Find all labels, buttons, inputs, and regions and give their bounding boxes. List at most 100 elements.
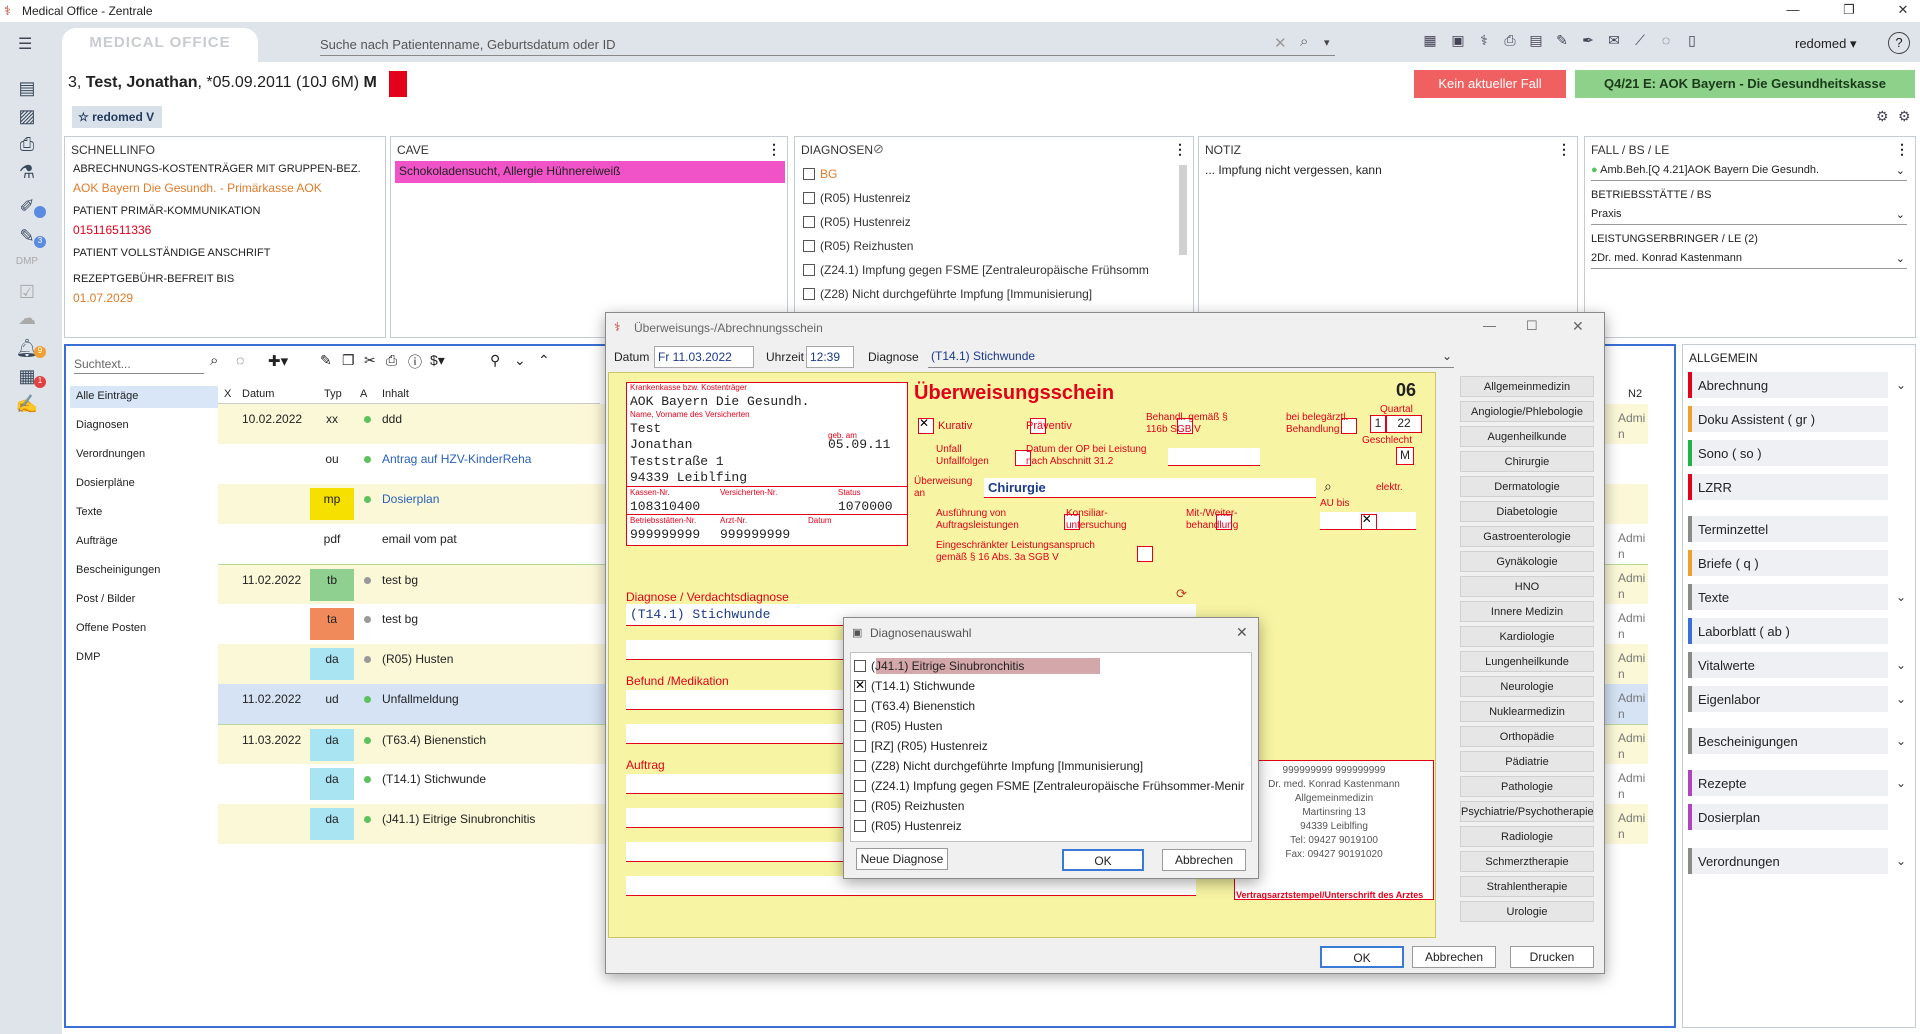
checkbox[interactable] <box>854 678 866 692</box>
filter-orders[interactable]: Aufträge <box>76 535 118 547</box>
search-icon[interactable]: ⌕ <box>210 352 218 369</box>
col-content[interactable]: Inhalt <box>382 388 409 400</box>
document-icon[interactable]: ▤ <box>1526 32 1546 52</box>
diagnosis-option[interactable]: (R05) Husten <box>854 719 942 733</box>
chat-icon[interactable]: ◌ <box>1656 32 1676 52</box>
action-item-2[interactable]: Sono ( so ) <box>1688 440 1888 466</box>
diagnosis-option[interactable]: (T63.4) Bienenstich <box>854 699 975 713</box>
diagnosis-option[interactable]: (Z24.1) Impfung gegen FSME [Zentraleurop… <box>854 779 1244 793</box>
specialty-button[interactable]: Angiologie/Phlebologie <box>1460 401 1594 422</box>
more-options-icon[interactable]: ⋮ <box>1557 141 1571 158</box>
list-search-input[interactable]: Suchtext... <box>74 352 204 374</box>
action-item-7[interactable]: Laborblatt ( ab ) <box>1688 618 1888 644</box>
settings-icon[interactable]: ⚙ <box>1898 108 1911 125</box>
mail-icon[interactable]: ✉ <box>1604 32 1624 52</box>
checkbox[interactable] <box>854 740 866 752</box>
diagnosis-text[interactable]: (T14.1) Stichwunde <box>630 607 770 622</box>
action-item-8[interactable]: Vitalwerte ⌄ <box>1688 652 1906 678</box>
close-icon[interactable]: ✕ <box>1572 318 1584 335</box>
year-input[interactable]: 22 <box>1386 415 1422 433</box>
checklist-icon[interactable]: ☑ <box>14 282 40 308</box>
stethoscope-icon[interactable]: ⚕ <box>1474 32 1494 52</box>
diagnosis-item[interactable]: (R05) Hustenreiz <box>803 215 911 229</box>
col-type[interactable]: Typ <box>324 388 342 400</box>
filter-open-items[interactable]: Offene Posten <box>76 622 146 634</box>
add-icon[interactable]: ✚▾ <box>268 352 288 370</box>
col-x[interactable]: X <box>224 388 231 400</box>
patient-name[interactable]: Test, Jonathan <box>86 74 198 91</box>
time-input[interactable]: 12:39 <box>806 346 854 368</box>
diagnosis-item[interactable]: (Z28) Nicht durchgeführte Impfung [Immun… <box>803 287 1092 301</box>
insurance-name[interactable]: AOK Bayern Die Gesundh. <box>630 394 809 409</box>
case-select[interactable]: ● Amb.Beh.[Q 4.21]AOK Bayern Die Gesundh… <box>1591 161 1907 181</box>
checkbox[interactable] <box>803 216 815 228</box>
checkbox[interactable] <box>803 288 815 300</box>
copy-icon[interactable]: ❐ <box>342 352 355 369</box>
ok-button[interactable]: OK <box>1062 849 1144 871</box>
diagnosis-option[interactable]: (R05) Reizhusten <box>854 799 964 813</box>
filter-prescriptions[interactable]: Verordnungen <box>76 448 145 460</box>
refresh-icon[interactable]: ⟳ <box>1176 586 1187 602</box>
chevron-down-icon[interactable]: ⌄ <box>1896 854 1906 868</box>
minimize-icon[interactable]: — <box>1483 318 1496 333</box>
checkbox[interactable] <box>803 192 815 204</box>
specialty-button[interactable]: Innere Medizin <box>1460 601 1594 622</box>
chevron-down-icon[interactable]: ⌄ <box>514 352 526 369</box>
action-item-6[interactable]: Texte ⌄ <box>1688 584 1906 610</box>
insurance-number[interactable]: 108310400 <box>630 499 700 514</box>
chevron-down-icon[interactable]: ▾ <box>1324 36 1330 49</box>
diagnosis-option[interactable]: (R05) Hustenreiz <box>854 819 962 833</box>
action-item-12[interactable]: Dosierplan <box>1688 804 1888 830</box>
specialty-button[interactable]: Chirurgie <box>1460 451 1594 472</box>
diagnosis-item[interactable]: BG <box>803 167 837 181</box>
printer-icon[interactable]: ⎙ <box>14 134 40 160</box>
cut-icon[interactable]: ✂ <box>364 352 376 369</box>
cancel-button[interactable]: Abbrechen <box>1162 849 1246 871</box>
col-n2[interactable]: N2 <box>1628 388 1642 400</box>
specialty-button[interactable]: Kardiologie <box>1460 626 1594 647</box>
cloud-icon[interactable]: ☁ <box>14 308 40 334</box>
filter-diagnoses[interactable]: Diagnosen <box>76 419 129 431</box>
calendar-icon[interactable]: ▦ <box>1420 32 1440 52</box>
note-text[interactable]: ... Impfung nicht vergessen, kann <box>1205 163 1382 177</box>
maximize-icon[interactable]: ❐ <box>1834 2 1864 18</box>
specialty-button[interactable]: Allgemeinmedizin <box>1460 376 1594 397</box>
action-item-11[interactable]: Rezepte ⌄ <box>1688 770 1906 796</box>
col-a[interactable]: A <box>360 388 367 400</box>
print-button[interactable]: Drucken <box>1510 946 1594 968</box>
patient-file-icon[interactable]: ▤ <box>14 78 40 104</box>
patient-firstname[interactable]: Jonathan <box>630 437 692 452</box>
chevron-up-icon[interactable]: ⌃ <box>538 352 550 369</box>
clipboard-icon[interactable]: ▯ <box>1682 32 1702 52</box>
checkbox[interactable] <box>803 240 815 252</box>
action-item-13[interactable]: Verordnungen ⌄ <box>1688 848 1906 874</box>
action-item-10[interactable]: Bescheinigungen ⌄ <box>1688 728 1906 754</box>
search-icon[interactable]: ⌕ <box>1300 33 1308 50</box>
filter-certificates[interactable]: Bescheinigungen <box>76 564 160 576</box>
filter-dmp[interactable]: DMP <box>76 651 100 663</box>
printer-icon[interactable]: ⎙ <box>1500 32 1520 52</box>
co-treatment-checkbox[interactable] <box>1360 512 1377 530</box>
patient-birthdate[interactable]: 05.09.11 <box>828 437 890 452</box>
referral-to-input[interactable]: Chirurgie <box>984 478 1316 498</box>
action-item-3[interactable]: LZRR <box>1688 474 1888 500</box>
more-options-icon[interactable]: ⋮ <box>1895 141 1909 158</box>
more-options-icon[interactable]: ⋮ <box>767 141 781 158</box>
patient-city[interactable]: 94339 Leiblfing <box>630 470 747 485</box>
hamburger-menu-icon[interactable]: ☰ <box>18 34 32 54</box>
diagnosis-option[interactable]: (Z28) Nicht durchgeführte Impfung [Immun… <box>854 759 1143 773</box>
doctor-badge[interactable]: ☆ redomed V <box>72 106 162 128</box>
action-item-1[interactable]: Doku Assistent ( gr ) <box>1688 406 1888 432</box>
checkbox[interactable] <box>854 700 866 712</box>
pills-icon[interactable]: ⚗ <box>14 162 40 188</box>
chevron-down-icon[interactable]: ⌄ <box>1896 776 1906 790</box>
doctor-number[interactable]: 999999999 <box>720 527 790 542</box>
more-options-icon[interactable]: ⋮ <box>1173 141 1187 158</box>
currency-icon[interactable]: $▾ <box>430 352 445 369</box>
specialty-button[interactable]: Orthopädie <box>1460 726 1594 747</box>
specialty-button[interactable]: Lungenheilkunde <box>1460 651 1594 672</box>
chat-icon[interactable]: ◌ <box>236 352 244 368</box>
diagnosis-option[interactable]: (T14.1) Stichwunde <box>854 678 975 693</box>
close-icon[interactable]: ✕ <box>1236 624 1248 641</box>
new-diagnosis-button[interactable]: Neue Diagnose <box>856 848 948 870</box>
